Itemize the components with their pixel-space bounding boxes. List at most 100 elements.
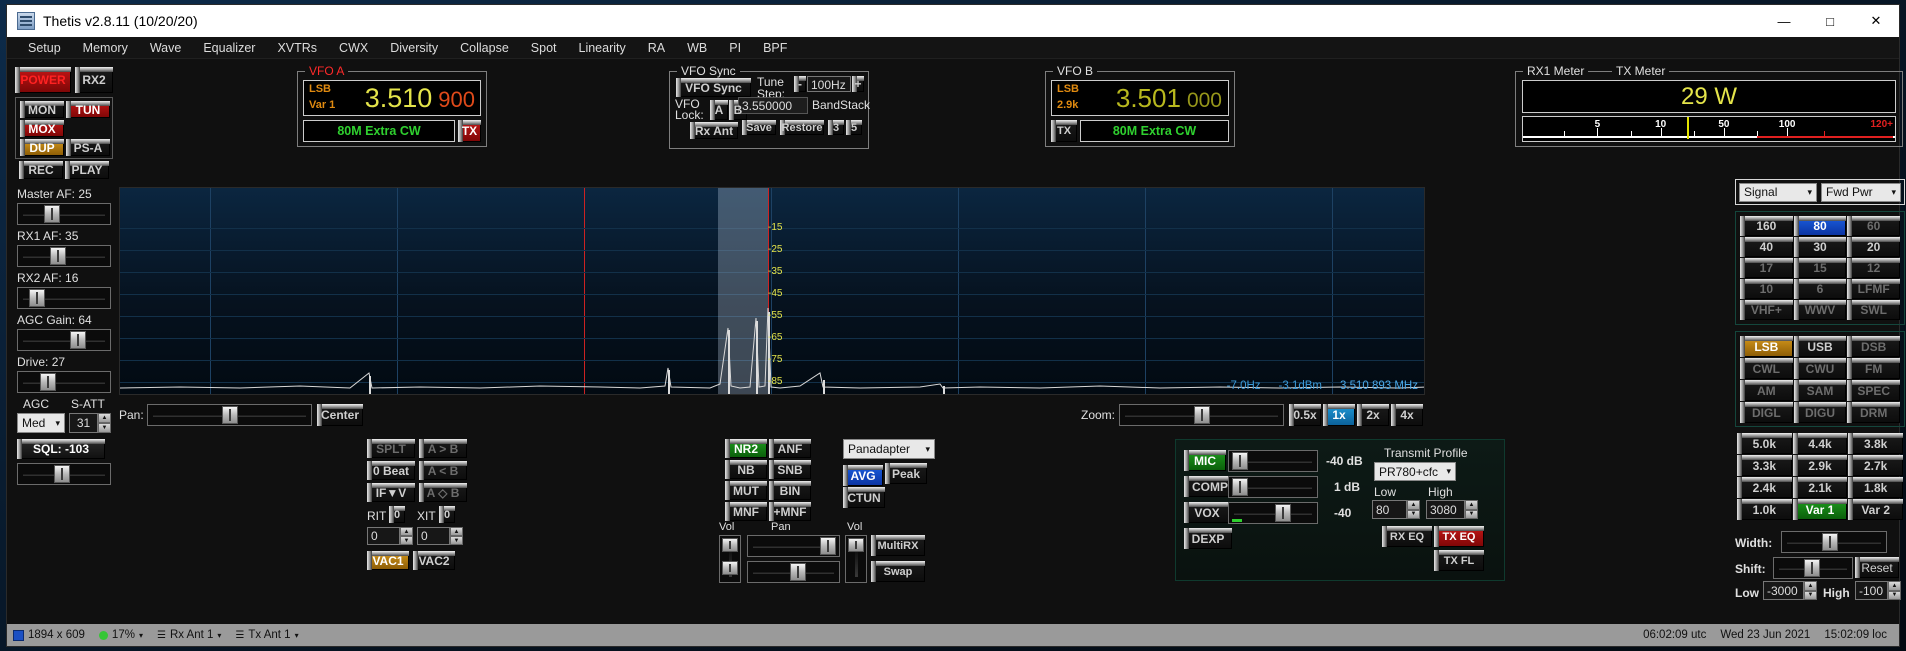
comp-slider[interactable] <box>1228 476 1318 498</box>
menu-item-linearity[interactable]: Linearity <box>568 37 637 59</box>
minimize-button[interactable]: — <box>1761 5 1807 37</box>
tx-low-stepper[interactable]: 80 ▲▼ <box>1372 500 1420 519</box>
spin-buttons[interactable]: ▲▼ <box>1804 581 1817 600</box>
mut-button[interactable]: MUT <box>725 481 767 500</box>
slider-thumb[interactable] <box>54 465 70 483</box>
band-wwv-button[interactable]: WWV <box>1794 300 1847 320</box>
chevron-down-icon[interactable]: ▾ <box>295 631 299 640</box>
vfo-sync-button[interactable]: VFO Sync <box>676 78 751 97</box>
filter-2-9k-button[interactable]: 2.9k <box>1793 455 1848 476</box>
menu-item-wave[interactable]: Wave <box>139 37 193 59</box>
rx2-button[interactable]: RX2 <box>75 67 113 93</box>
signal-meter-select[interactable]: Signal ▾ <box>1739 183 1817 202</box>
vox-button[interactable]: VOX <box>1184 502 1230 523</box>
vfo-a-frequency-display[interactable]: LSB Var 1 3.510 900 <box>303 80 481 116</box>
mode-usb-button[interactable]: USB <box>1794 336 1847 357</box>
peak-button[interactable]: Peak <box>885 463 927 484</box>
tx-eq-button[interactable]: TX EQ <box>1434 526 1484 547</box>
spin-buttons[interactable]: ▲▼ <box>1407 500 1420 519</box>
filter-4-4k-button[interactable]: 4.4k <box>1793 433 1848 454</box>
slider-thumb[interactable] <box>1232 452 1248 470</box>
squelch-button[interactable]: SQL: -103 <box>17 439 105 459</box>
vac2-button[interactable]: VAC2 <box>413 551 455 570</box>
filter-low-stepper[interactable]: -3000 ▲▼ <box>1763 581 1817 600</box>
menu-item-setup[interactable]: Setup <box>17 37 72 59</box>
nr2-button[interactable]: NR2 <box>725 439 767 458</box>
spin-buttons[interactable]: ▲▼ <box>98 413 111 433</box>
bin-button[interactable]: BIN <box>769 481 811 500</box>
tx-high-stepper[interactable]: 3080 ▲▼ <box>1426 500 1478 519</box>
slider-thumb[interactable] <box>820 537 836 555</box>
mode-sam-button[interactable]: SAM <box>1794 380 1847 401</box>
display-mode-select[interactable]: Panadapter ▾ <box>843 439 935 459</box>
width-slider[interactable] <box>1781 531 1887 553</box>
slider-thumb[interactable] <box>722 538 738 552</box>
vfo-b-tx-button[interactable]: TX <box>1051 120 1077 142</box>
vfo-lock-a-button[interactable]: A <box>710 100 728 120</box>
multirx-button[interactable]: MultiRX <box>871 535 925 556</box>
power-button[interactable]: POWER <box>15 67 71 93</box>
ctun-button[interactable]: CTUN <box>843 487 885 508</box>
avg-button[interactable]: AVG <box>843 465 883 486</box>
slider-thumb[interactable] <box>1232 478 1248 496</box>
zero-beat-button[interactable]: 0 Beat <box>367 461 415 480</box>
vfo-b-bandstack-text[interactable]: 80M Extra CW <box>1080 120 1229 142</box>
zoom-0_5x-button[interactable]: 0.5x <box>1289 404 1321 426</box>
band-17-button[interactable]: 17 <box>1740 258 1793 278</box>
rx1-af-slider[interactable] <box>17 245 111 267</box>
panadapter-display[interactable]: -15 -25 -35 -45 -55 -65 -75 -85 -7.0Hz -… <box>119 187 1425 395</box>
zoom-slider[interactable] <box>1119 404 1284 426</box>
tune-step-plus-button[interactable]: + <box>852 76 864 92</box>
band-30-button[interactable]: 30 <box>1794 237 1847 257</box>
chevron-down-icon[interactable]: ▾ <box>217 631 221 640</box>
vfo-a-tx-button[interactable]: TX <box>458 120 481 142</box>
rx1-pan-slider[interactable] <box>747 535 840 557</box>
bandstack-3-button[interactable]: 3 <box>828 120 844 135</box>
menu-item-collapse[interactable]: Collapse <box>449 37 520 59</box>
band-vhf--button[interactable]: VHF+ <box>1740 300 1793 320</box>
chevron-down-icon[interactable]: ▾ <box>139 631 143 640</box>
dup-button[interactable]: DUP <box>20 139 64 156</box>
pan-slider[interactable] <box>147 404 312 426</box>
power-meter-select[interactable]: Fwd Pwr ▾ <box>1821 183 1901 202</box>
filter-2-4k-button[interactable]: 2.4k <box>1737 477 1792 498</box>
agc-mode-select[interactable]: Med ▾ <box>17 413 65 433</box>
spin-buttons[interactable]: ▲▼ <box>450 527 463 545</box>
squelch-slider[interactable] <box>17 463 111 485</box>
b-to-a-button[interactable]: A < B <box>419 461 467 480</box>
filter-5-0k-button[interactable]: 5.0k <box>1737 433 1792 454</box>
mode-cwu-button[interactable]: CWU <box>1794 358 1847 379</box>
close-button[interactable]: ✕ <box>1853 5 1899 37</box>
rx2-vol-slider[interactable] <box>845 535 867 583</box>
band-6-button[interactable]: 6 <box>1794 279 1847 299</box>
mode-drm-button[interactable]: DRM <box>1847 402 1900 423</box>
mic-button[interactable]: MIC <box>1184 450 1226 471</box>
slider-thumb[interactable] <box>1275 504 1291 522</box>
menu-item-spot[interactable]: Spot <box>520 37 568 59</box>
menu-item-pi[interactable]: PI <box>718 37 752 59</box>
filter-3-3k-button[interactable]: 3.3k <box>1737 455 1792 476</box>
mox-button[interactable]: MOX <box>20 120 64 137</box>
menu-item-ra[interactable]: RA <box>637 37 676 59</box>
menu-item-cwx[interactable]: CWX <box>328 37 379 59</box>
play-button[interactable]: PLAY <box>65 161 109 179</box>
rx-eq-button[interactable]: RX EQ <box>1382 526 1432 547</box>
mic-gain-slider[interactable] <box>1228 450 1318 472</box>
bandstack-5-button[interactable]: 5 <box>846 120 862 135</box>
agc-gain-slider[interactable] <box>17 329 111 351</box>
filter-var-1-button[interactable]: Var 1 <box>1793 499 1848 520</box>
swap-button[interactable]: Swap <box>871 561 925 582</box>
xit-toggle[interactable]: 0 <box>439 506 455 523</box>
slider-thumb[interactable] <box>70 331 86 349</box>
slider-thumb[interactable] <box>44 205 60 223</box>
band-40-button[interactable]: 40 <box>1740 237 1793 257</box>
bandstack-freq-field[interactable]: 3.550000 <box>738 97 808 114</box>
center-button[interactable]: Center <box>317 404 363 426</box>
bandstack-save-button[interactable]: Save <box>742 120 776 135</box>
menu-item-diversity[interactable]: Diversity <box>379 37 449 59</box>
a-to-b-button[interactable]: A > B <box>419 439 467 458</box>
filter-2-1k-button[interactable]: 2.1k <box>1793 477 1848 498</box>
band-20-button[interactable]: 20 <box>1847 237 1900 257</box>
anf-button[interactable]: ANF <box>769 439 811 458</box>
a-swap-b-button[interactable]: A ◇ B <box>419 483 467 502</box>
